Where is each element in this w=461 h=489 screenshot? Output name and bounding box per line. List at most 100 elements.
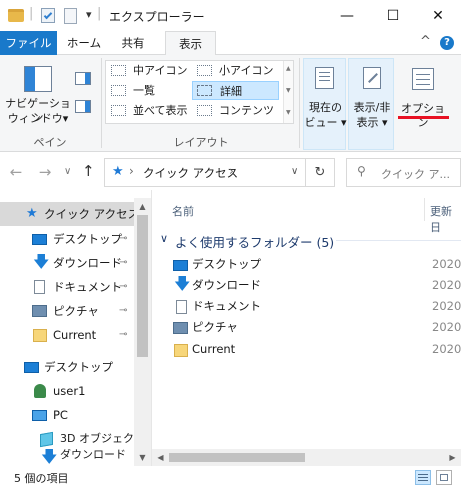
chevron-down-icon[interactable]: ∨ [160,232,168,245]
nav-item-desktop[interactable]: デスクトップ [0,355,150,379]
file-date: 2020/ [432,278,461,292]
recent-locations-button[interactable]: ∨ [64,166,71,177]
layout-small-icons[interactable]: 小アイコン [192,61,283,80]
layout-list[interactable]: 一覧 [106,81,192,100]
file-row-desktop[interactable]: デスクトップ 2020/ [170,253,461,275]
navigation-pane-button[interactable]: ナビゲーション ウィンドウ▾ [3,59,73,125]
layout-tiles[interactable]: 並べて表示 [106,101,192,120]
search-box[interactable]: ⚲ クイック ア... [346,158,461,187]
layout-medium-icons[interactable]: 中アイコン [106,61,192,80]
nav-item-label: user1 [53,384,86,398]
minimize-button[interactable]: — [324,0,370,31]
desktop-icon [32,234,47,245]
window-title: エクスプローラー [109,10,205,24]
tab-file[interactable]: ファイル [0,31,57,55]
pane-group-label: ペイン [33,136,67,149]
tab-home[interactable]: ホーム [60,31,108,55]
details-view-icon[interactable] [415,470,431,485]
nav-item-3d-objects[interactable]: 3D オブジェクト [0,427,150,451]
nav-item-label: PC [53,408,68,422]
nav-item-label: ドキュメント [53,280,122,294]
column-name[interactable]: 名前 [172,203,194,219]
file-name: ドキュメント [192,299,261,313]
layout-small-icons-label: 小アイコン [219,64,274,77]
close-button[interactable]: ✕ [415,0,461,31]
forward-button[interactable]: → [36,163,54,181]
small-icons-icon [197,65,212,76]
search-icon: ⚲ [357,164,366,178]
nav-item-user[interactable]: user1 [0,379,150,403]
new-folder-icon[interactable] [64,8,77,24]
layout-details[interactable]: 詳細 [192,81,279,100]
current-view-button[interactable]: 現在の ビュー ▾ [303,58,347,150]
scroll-thumb[interactable] [169,453,305,462]
file-row-pictures[interactable]: ピクチャ 2020/ [170,316,461,338]
list-icon [111,85,126,96]
download-icon: 🡇 [41,449,58,466]
file-row-downloads[interactable]: 🡇 ダウンロード 2020/ [170,274,461,296]
nav-item-downloads[interactable]: 🡇 ダウンロード [0,449,150,466]
address-dropdown[interactable]: ∨ [291,166,298,177]
breadcrumb-chevron[interactable]: › [129,164,134,178]
scroll-down-icon[interactable]: ▼ [134,449,151,466]
help-icon[interactable]: ? [440,36,454,50]
document-icon [34,280,45,294]
file-date: 2020/ [432,299,461,313]
refresh-button[interactable]: ↻ [305,158,335,187]
address-bar[interactable]: ★ › クイック アクセス › ∨ [104,158,335,187]
nav-item-label: 3D オブジェクト [60,432,145,445]
minimize-icon: — [340,7,354,24]
options-highlight [398,116,449,119]
search-input[interactable]: クイック ア... [381,166,450,182]
properties-icon[interactable] [41,8,55,23]
nav-item-pc[interactable]: PC [0,403,150,427]
group-header[interactable]: ∨ よく使用するフォルダー (5) [158,229,461,251]
breadcrumb-chevron[interactable]: › [229,164,234,178]
nav-pane-scrollbar[interactable]: ▲ ▼ [134,198,151,466]
options-icon [412,68,434,90]
nav-item-current-pinned[interactable]: Current ⊸ [0,323,150,347]
up-button[interactable]: ↑ [82,162,95,180]
column-divider[interactable] [424,198,425,221]
pin-icon: ⊸ [119,233,128,244]
desktop-icon [24,362,39,373]
toolbar-separator: | [97,6,102,21]
nav-item-label: デスクトップ [44,360,113,374]
ribbon-collapse-icon[interactable]: ^ [420,34,431,49]
nav-item-label: Current [53,328,97,342]
scroll-thumb[interactable] [137,215,148,357]
preview-pane-icon[interactable] [75,72,91,85]
back-button[interactable]: ← [7,163,25,181]
current-view-label-line2: ビュー ▾ [304,116,347,129]
show-hide-label-line2: 表示 ▾ [356,116,388,129]
scroll-right-icon[interactable]: ▶ [444,449,461,466]
nav-item-documents-pinned[interactable]: ドキュメント ⊸ [0,275,150,299]
folder-icon [174,344,188,357]
file-row-current[interactable]: Current 2020/ [170,338,461,360]
group-title: よく使用するフォルダー (5) [175,235,335,250]
nav-item-downloads-pinned[interactable]: 🡇 ダウンロード ⊸ [0,251,150,275]
large-icons-view-icon[interactable] [436,470,452,485]
file-row-documents[interactable]: ドキュメント 2020/ [170,295,461,317]
scroll-up-icon[interactable]: ▲ [134,198,151,215]
tab-share[interactable]: 共有 [112,31,154,55]
show-hide-button[interactable]: 表示/非 表示 ▾ [348,58,394,150]
maximize-icon: ☐ [386,7,400,24]
nav-quick-access[interactable]: ★ クイック アクセス [0,202,150,226]
tab-view[interactable]: 表示 [165,31,216,56]
layout-gallery-scroll[interactable]: ▲ ▼ ▼ [283,61,293,123]
quick-access-toolbar-dropdown[interactable]: ▾ [86,8,92,21]
pane-splitter[interactable] [151,190,152,466]
layout-content[interactable]: コンテンツ [192,101,283,120]
current-view-label-line1: 現在の [309,101,342,114]
nav-item-desktop-pinned[interactable]: デスクトップ ⊸ [0,227,150,251]
nav-item-label: ダウンロード [53,256,122,270]
details-pane-icon[interactable] [75,100,91,113]
breadcrumb-quick-access[interactable]: クイック アクセス [143,165,238,181]
content-horizontal-scrollbar[interactable]: ◀ ▶ [152,449,461,466]
maximize-button[interactable]: ☐ [370,0,416,31]
nav-item-pictures-pinned[interactable]: ピクチャ ⊸ [0,299,150,323]
nav-item-label: デスクトップ [53,232,122,246]
layout-details-label: 詳細 [220,85,242,98]
scroll-left-icon[interactable]: ◀ [152,449,169,466]
